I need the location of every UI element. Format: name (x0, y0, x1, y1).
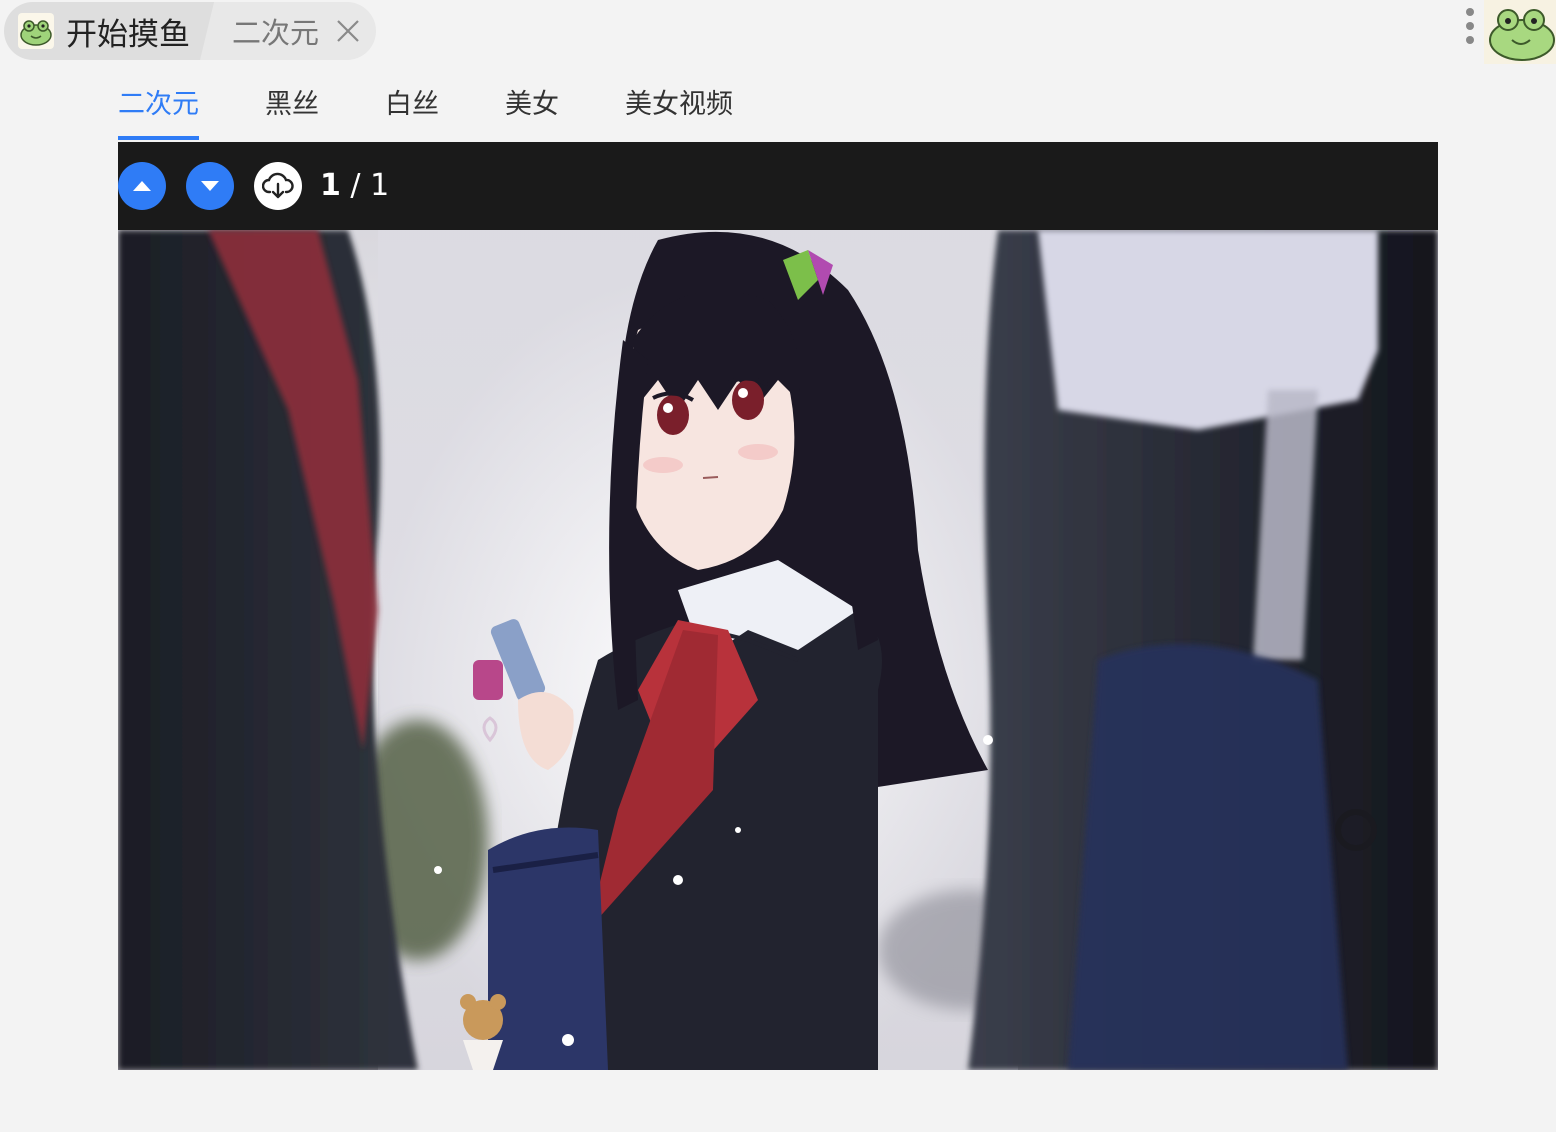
frog-avatar[interactable] (1484, 0, 1556, 64)
page-separator: / (350, 168, 361, 203)
download-button[interactable] (254, 162, 302, 210)
page-indicator: 1 / 1 (320, 168, 389, 203)
cloud-download-icon (262, 172, 294, 199)
viewer-toolbar: 1 / 1 (118, 142, 1438, 230)
tab-home[interactable]: 开始摸鱼 (4, 2, 234, 60)
arrow-up-icon (133, 181, 151, 191)
total-pages: 1 (370, 168, 390, 203)
top-bar: 开始摸鱼 二次元 (0, 0, 1556, 64)
anime-illustration (118, 230, 1438, 1070)
close-icon[interactable] (335, 18, 361, 44)
current-tab-label: 二次元 (232, 16, 320, 50)
category-tab-meinv-video[interactable]: 美女视频 (625, 80, 733, 140)
category-tab-baisi[interactable]: 白丝 (385, 80, 439, 140)
previous-button[interactable] (118, 162, 166, 210)
tab-current[interactable]: 二次元 (200, 2, 376, 60)
next-button[interactable] (186, 162, 234, 210)
frog-icon (18, 13, 54, 49)
image-viewer: 1 / 1 (118, 142, 1438, 1070)
category-tab-meinv[interactable]: 美女 (505, 80, 559, 140)
home-tab-label: 开始摸鱼 (66, 16, 190, 53)
kebab-menu-icon[interactable] (1462, 8, 1478, 52)
category-tab-heisi[interactable]: 黑丝 (265, 80, 319, 140)
current-page: 1 (320, 168, 341, 203)
category-tabs: 二次元 黑丝 白丝 美女 美女视频 (118, 80, 799, 142)
anime-image[interactable] (118, 230, 1438, 1070)
arrow-down-icon (201, 181, 219, 191)
category-tab-erciyuan[interactable]: 二次元 (118, 80, 199, 140)
